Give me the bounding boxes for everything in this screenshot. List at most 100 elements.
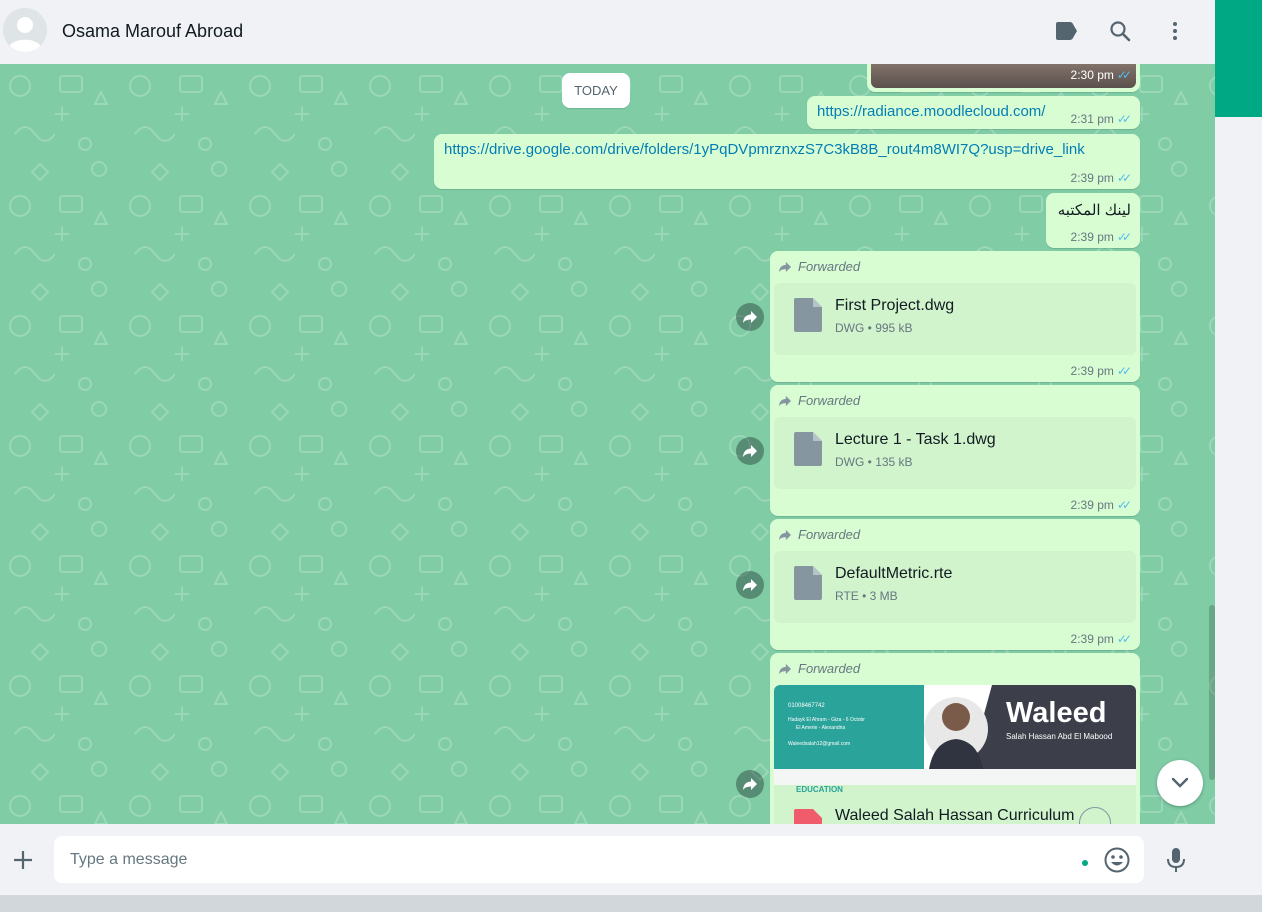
cv-name: Waleed (1006, 697, 1107, 729)
scroll-to-bottom-button[interactable] (1157, 760, 1203, 806)
menu-icon[interactable] (1162, 18, 1188, 44)
message-meta: 2:30 pm ✓✓ (1070, 68, 1133, 82)
cv-section-label: EDUCATION (796, 785, 843, 794)
forwarded-icon (779, 261, 791, 272)
forward-button[interactable] (736, 770, 764, 798)
attach-button[interactable] (10, 847, 36, 873)
chat-pane: Osama Marouf Abroad TODAY 2:30 pm ✓✓ htt… (0, 0, 1215, 895)
document-card[interactable]: Lecture 1 - Task 1.dwg DWG • 135 kB (774, 417, 1136, 489)
date-divider: TODAY (562, 73, 630, 108)
cv-address-2: El Amerie - Alexandria (796, 725, 846, 731)
read-receipt-icon: ✓✓ (1116, 364, 1132, 378)
cv-email: Waleedsalah12@gmail.com (788, 741, 851, 747)
message-time: 2:31 pm (1070, 112, 1114, 126)
forwarded-text: Forwarded (798, 393, 861, 408)
message-meta: 2:39 pm ✓✓ (1070, 498, 1133, 512)
forward-button[interactable] (736, 571, 764, 599)
forwarded-icon (779, 529, 791, 540)
document-card[interactable]: First Project.dwg DWG • 995 kB (774, 283, 1136, 355)
document-details: RTE • 3 MB (835, 589, 898, 603)
document-type: DWG (835, 321, 865, 335)
document-name: Lecture 1 - Task 1.dwg (835, 431, 996, 448)
read-receipt-icon: ✓✓ (1116, 498, 1132, 512)
contact-avatar[interactable] (3, 8, 47, 52)
right-panel-edge (1215, 0, 1262, 895)
cv-full-name: Salah Hassan Abd El Mabood (1006, 732, 1113, 741)
chat-header: Osama Marouf Abroad (0, 0, 1215, 64)
pdf-file-icon (794, 809, 822, 824)
document-name: DefaultMetric.rte (835, 565, 953, 582)
message-time: 2:39 pm (1070, 230, 1114, 244)
document-size: 3 MB (869, 589, 898, 603)
message-link[interactable]: https://radiance.moodlecloud.com/ (817, 103, 1045, 120)
message-time: 2:39 pm (1070, 632, 1114, 646)
forwarded-text: Forwarded (798, 661, 861, 676)
document-message: Forwarded First Project.dwg DWG • 995 kB… (770, 251, 1140, 382)
document-preview-image[interactable]: Waleed Salah Hassan Abd El Mabood 010084… (774, 685, 1136, 824)
label-icon[interactable] (1053, 18, 1079, 44)
message-time: 2:30 pm (1070, 68, 1114, 82)
read-receipt-icon: ✓✓ (1116, 112, 1132, 126)
read-receipt-icon: ✓✓ (1116, 230, 1132, 244)
message-list[interactable]: TODAY 2:30 pm ✓✓ https://radiance.moodle… (0, 64, 1215, 824)
document-type: RTE (835, 589, 859, 603)
contact-name[interactable]: Osama Marouf Abroad (62, 21, 243, 42)
message-text: لينك المكتبه (1057, 202, 1131, 219)
file-icon (794, 298, 822, 332)
forward-icon (743, 778, 757, 790)
document-size: 135 kB (875, 455, 913, 469)
document-preview-message: Forwarded Waleed Salah Hassan Abd El Mab… (770, 653, 1140, 824)
app-accent-bar (1215, 0, 1262, 117)
forwarded-icon (779, 395, 791, 406)
message-meta: 2:31 pm ✓✓ (1070, 112, 1133, 126)
document-name: First Project.dwg (835, 297, 955, 314)
message-time: 2:39 pm (1070, 364, 1114, 378)
default-avatar-icon (3, 8, 47, 52)
forward-icon (743, 445, 757, 457)
microphone-icon (1167, 848, 1185, 872)
emoji-icon (1104, 847, 1130, 873)
forward-button[interactable] (736, 437, 764, 465)
image-message[interactable]: 2:30 pm ✓✓ (867, 64, 1140, 92)
read-receipt-icon: ✓✓ (1116, 171, 1132, 185)
link-message: https://radiance.moodlecloud.com/ 2:31 p… (807, 96, 1140, 129)
search-icon[interactable] (1107, 18, 1133, 44)
document-name: Waleed Salah Hassan Curriculum (835, 807, 1075, 824)
read-receipt-icon: ✓✓ (1116, 68, 1132, 82)
chevron-down-icon (1171, 777, 1189, 788)
message-input-box (54, 836, 1144, 883)
message-input[interactable] (68, 845, 1062, 875)
forwarded-text: Forwarded (798, 527, 861, 542)
link-message: https://drive.google.com/drive/folders/1… (434, 134, 1140, 189)
cv-address-1: Hadayk El Ahram - Giza - 6 Octobr (788, 717, 865, 723)
document-details: DWG • 995 kB (835, 321, 913, 335)
document-message: Forwarded DefaultMetric.rte RTE • 3 MB 2… (770, 519, 1140, 650)
document-card[interactable]: DefaultMetric.rte RTE • 3 MB (774, 551, 1136, 623)
cv-phone: 01008467742 (788, 703, 825, 709)
forward-button[interactable] (736, 303, 764, 331)
message-time: 2:39 pm (1070, 171, 1114, 185)
window-bottom-edge (0, 895, 1262, 912)
message-meta: 2:39 pm ✓✓ (1070, 364, 1133, 378)
message-meta: 2:39 pm ✓✓ (1070, 230, 1133, 244)
forwarded-label: Forwarded (778, 393, 860, 408)
forwarded-label: Forwarded (778, 527, 860, 542)
forward-icon (743, 579, 757, 591)
document-details: DWG • 135 kB (835, 455, 913, 469)
plus-icon (14, 851, 32, 869)
forward-icon (743, 311, 757, 323)
message-meta: 2:39 pm ✓✓ (1070, 632, 1133, 646)
composer (0, 824, 1215, 895)
voice-message-button[interactable] (1163, 846, 1189, 874)
message-meta: 2:39 pm ✓✓ (1070, 171, 1133, 185)
message-link[interactable]: https://drive.google.com/drive/folders/1… (444, 141, 1085, 158)
document-size: 995 kB (875, 321, 913, 335)
read-receipt-icon: ✓✓ (1116, 632, 1132, 646)
document-message: Forwarded Lecture 1 - Task 1.dwg DWG • 1… (770, 385, 1140, 516)
file-icon (794, 432, 822, 466)
forwarded-text: Forwarded (798, 259, 861, 274)
emoji-button[interactable] (1103, 846, 1131, 874)
document-type: DWG (835, 455, 865, 469)
file-icon (794, 566, 822, 600)
message-time: 2:39 pm (1070, 498, 1114, 512)
